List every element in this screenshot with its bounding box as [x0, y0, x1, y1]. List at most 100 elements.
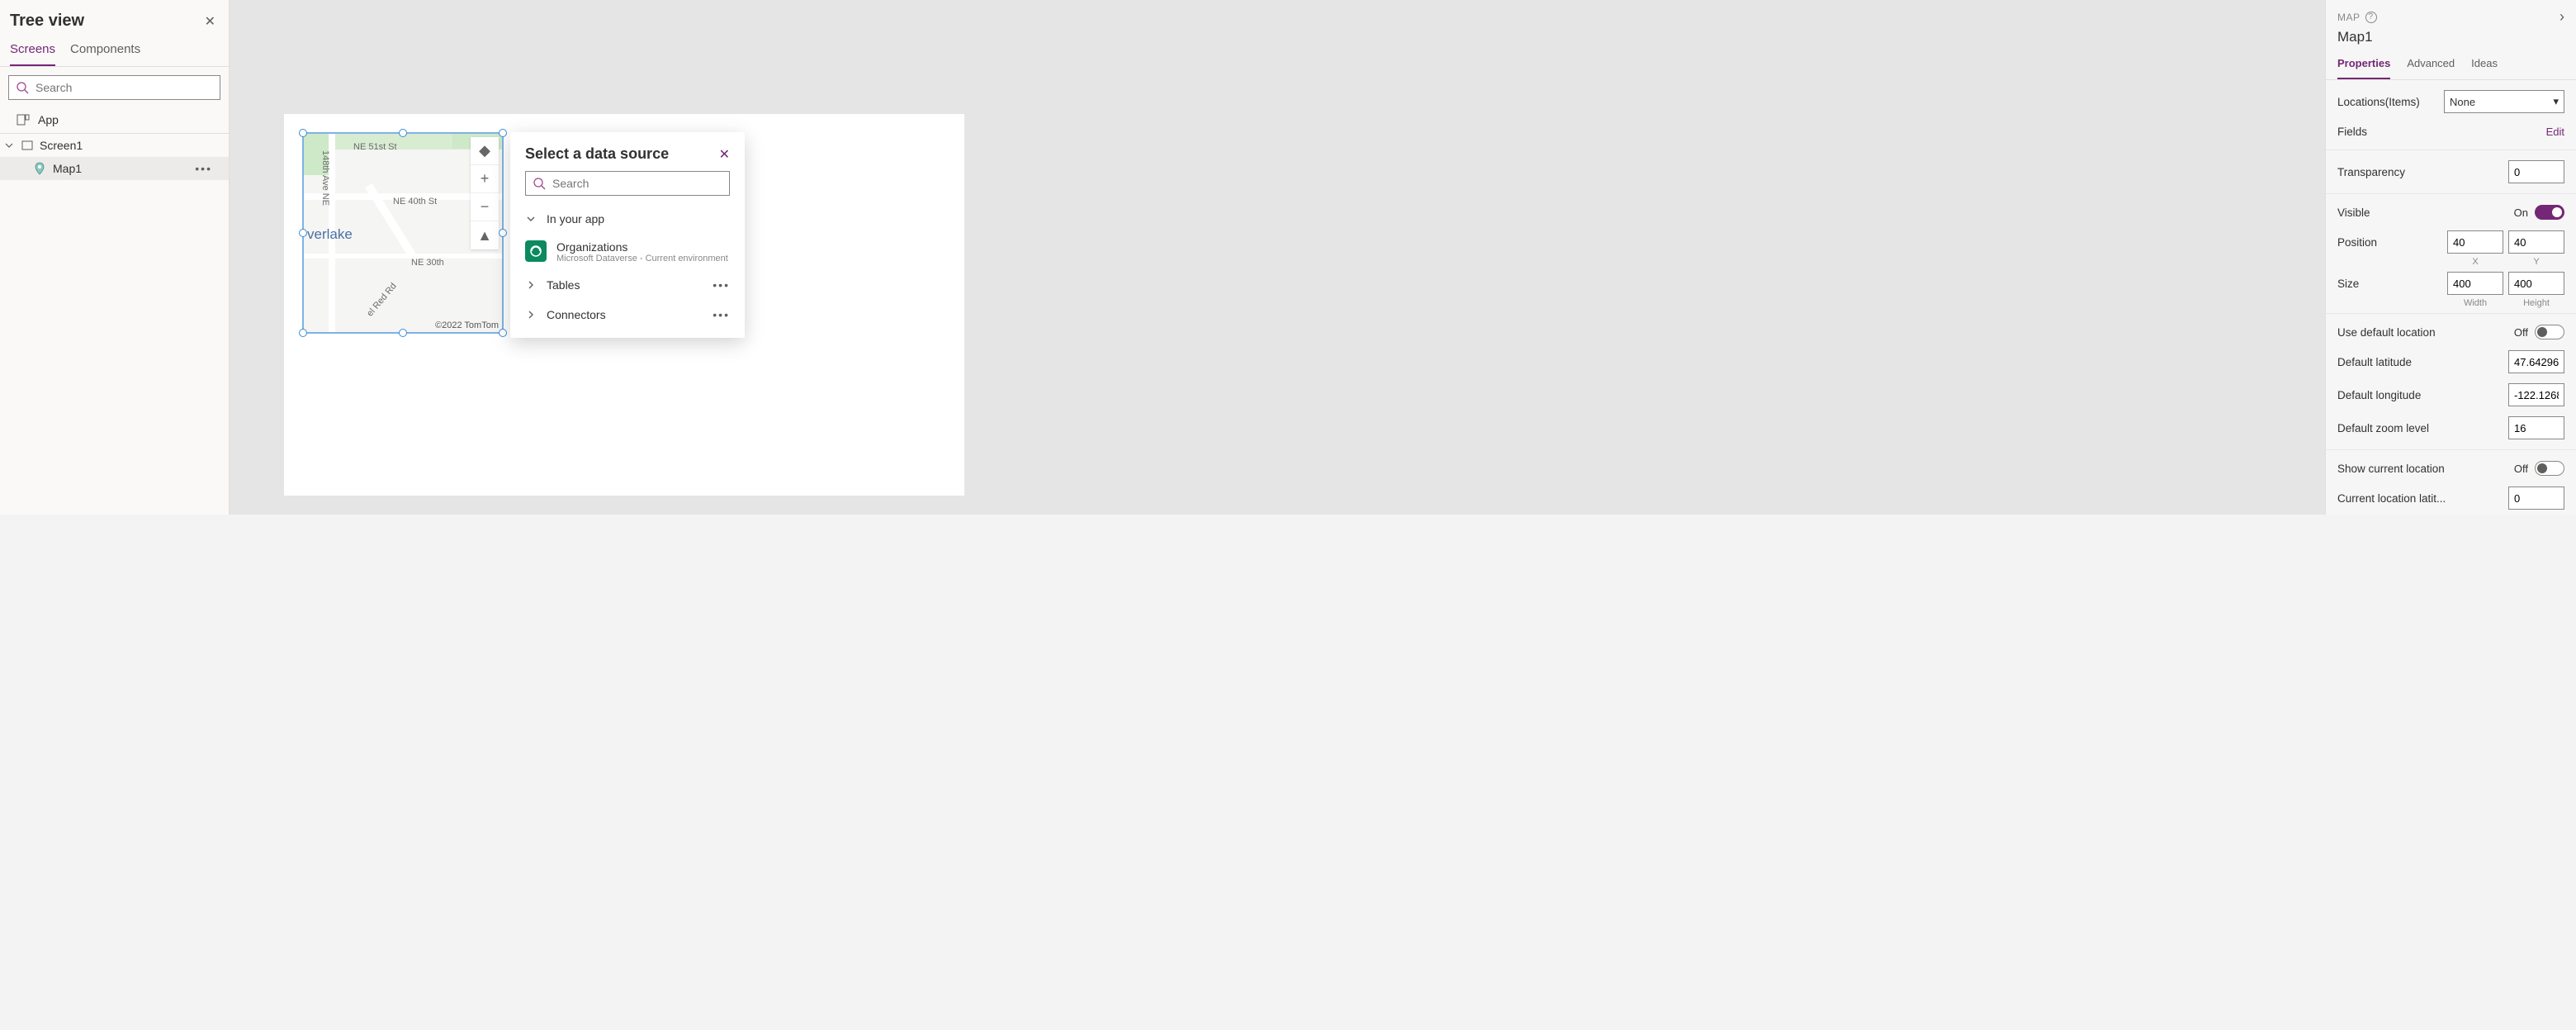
chevron-down-icon [525, 214, 537, 224]
resize-handle[interactable] [499, 229, 507, 237]
properties-panel: MAP ? › Map1 Properties Advanced Ideas L… [2325, 0, 2576, 515]
map-control-selected[interactable]: 148th Ave NE NE 51st St NE 40th St NE 30… [302, 132, 504, 334]
zoom-out-button[interactable]: − [471, 193, 499, 221]
default-location-toggle-text: Off [2514, 326, 2528, 339]
canvas[interactable]: 148th Ave NE NE 51st St NE 40th St NE 30… [230, 0, 2325, 515]
resize-handle[interactable] [499, 329, 507, 337]
control-type-caption: MAP ? [2337, 12, 2377, 23]
help-icon[interactable]: ? [2365, 12, 2377, 23]
prop-locations-label: Locations(Items) [2337, 96, 2420, 108]
map-place-label: verlake [307, 226, 353, 243]
ds-item-subtitle: Microsoft Dataverse - Current environmen… [556, 254, 728, 263]
resize-handle[interactable] [399, 129, 407, 137]
section-label: Connectors [547, 308, 606, 321]
section-label: In your app [547, 212, 604, 225]
default-zoom-input[interactable] [2508, 416, 2564, 439]
map-icon [33, 162, 46, 175]
default-lat-input[interactable] [2508, 350, 2564, 373]
tree-app-row[interactable]: App [0, 107, 229, 134]
artboard-screen1: 148th Ave NE NE 51st St NE 40th St NE 30… [284, 114, 964, 496]
map-street-label: 148th Ave NE [320, 150, 330, 206]
current-location-toggle-text: Off [2514, 463, 2528, 475]
dropdown-value: None [2450, 96, 2475, 108]
section-label: Tables [547, 278, 580, 292]
search-icon [16, 81, 29, 94]
pitch-button[interactable]: ▲ [471, 221, 499, 249]
prop-default-location-label: Use default location [2337, 326, 2436, 339]
zoom-in-button[interactable]: + [471, 165, 499, 193]
prop-position-label: Position [2337, 236, 2377, 249]
resize-handle[interactable] [499, 129, 507, 137]
tree-app-label: App [38, 113, 59, 126]
size-height-input[interactable] [2508, 272, 2564, 295]
close-icon[interactable]: ✕ [205, 13, 215, 30]
chevron-right-icon [525, 280, 537, 290]
data-source-search[interactable] [525, 171, 730, 196]
map-street-label: NE 40th St [393, 197, 437, 206]
popup-title: Select a data source [525, 145, 669, 163]
section-tables[interactable]: Tables ••• [510, 270, 745, 300]
chevron-down-icon: ▾ [2553, 95, 2559, 108]
close-icon[interactable]: ✕ [719, 146, 730, 163]
data-source-item-organizations[interactable]: Organizations Microsoft Dataverse - Curr… [510, 234, 745, 270]
resize-handle[interactable] [399, 329, 407, 337]
tree-item-more-icon[interactable]: ••• [195, 162, 220, 175]
more-icon[interactable]: ••• [713, 308, 730, 321]
tab-properties[interactable]: Properties [2337, 52, 2390, 79]
chevron-right-icon [525, 310, 537, 320]
data-source-search-input[interactable] [552, 177, 722, 190]
more-icon[interactable]: ••• [713, 278, 730, 292]
tree-tabs: Screens Components [0, 37, 229, 67]
fields-edit-link[interactable]: Edit [2546, 126, 2564, 138]
position-x-input[interactable] [2447, 230, 2503, 254]
tab-ideas[interactable]: Ideas [2471, 52, 2498, 79]
tree-item-map1[interactable]: Map1 ••• [0, 157, 229, 180]
map-attribution: ©2022 TomTom [435, 320, 499, 330]
default-location-toggle[interactable] [2535, 325, 2564, 339]
prop-default-lat-label: Default latitude [2337, 356, 2412, 368]
compass-icon[interactable]: ◆ [471, 137, 499, 165]
resize-handle[interactable] [299, 329, 307, 337]
tree-map-label: Map1 [53, 162, 82, 175]
sublabel-x: X [2447, 257, 2503, 267]
tree-search-input[interactable] [36, 81, 213, 94]
section-in-your-app[interactable]: In your app [510, 204, 745, 234]
tree-search[interactable] [8, 75, 220, 100]
control-name: Map1 [2326, 29, 2576, 52]
ds-item-title: Organizations [556, 240, 728, 254]
app-icon [17, 113, 30, 126]
locations-dropdown[interactable]: None ▾ [2444, 90, 2564, 113]
visible-toggle[interactable] [2535, 205, 2564, 220]
default-lon-input[interactable] [2508, 383, 2564, 406]
app-root: Tree view ✕ Screens Components App Scree… [0, 0, 2576, 515]
tree-item-screen1[interactable]: Screen1 [0, 134, 229, 157]
sublabel-width: Width [2447, 298, 2503, 308]
prop-size-label: Size [2337, 278, 2359, 290]
resize-handle[interactable] [299, 129, 307, 137]
position-y-input[interactable] [2508, 230, 2564, 254]
props-tabs: Properties Advanced Ideas [2326, 52, 2576, 80]
size-width-input[interactable] [2447, 272, 2503, 295]
map-zoom-controls: ◆ + − ▲ [471, 137, 499, 249]
map-street-label: NE 51st St [353, 142, 397, 152]
tab-screens[interactable]: Screens [10, 37, 55, 66]
chevron-right-icon[interactable]: › [2559, 8, 2564, 26]
screen-icon [21, 140, 33, 151]
prop-default-lon-label: Default longitude [2337, 389, 2421, 401]
data-source-popup: Select a data source ✕ In your app [510, 132, 745, 338]
prop-default-zoom-label: Default zoom level [2337, 422, 2429, 434]
section-connectors[interactable]: Connectors ••• [510, 300, 745, 330]
resize-handle[interactable] [299, 229, 307, 237]
current-lat-input[interactable] [2508, 487, 2564, 510]
tab-advanced[interactable]: Advanced [2407, 52, 2455, 79]
transparency-input[interactable] [2508, 160, 2564, 183]
tab-components[interactable]: Components [70, 37, 140, 66]
tree-screen-label: Screen1 [40, 139, 83, 152]
prop-current-lat-label: Current location latit... [2337, 492, 2446, 505]
tree-view-title: Tree view [10, 12, 84, 31]
map-tile-bg: 148th Ave NE NE 51st St NE 40th St NE 30… [304, 134, 502, 332]
chevron-down-icon [5, 139, 15, 152]
current-location-toggle[interactable] [2535, 461, 2564, 476]
prop-fields-label: Fields [2337, 126, 2367, 138]
visible-toggle-text: On [2514, 206, 2528, 219]
